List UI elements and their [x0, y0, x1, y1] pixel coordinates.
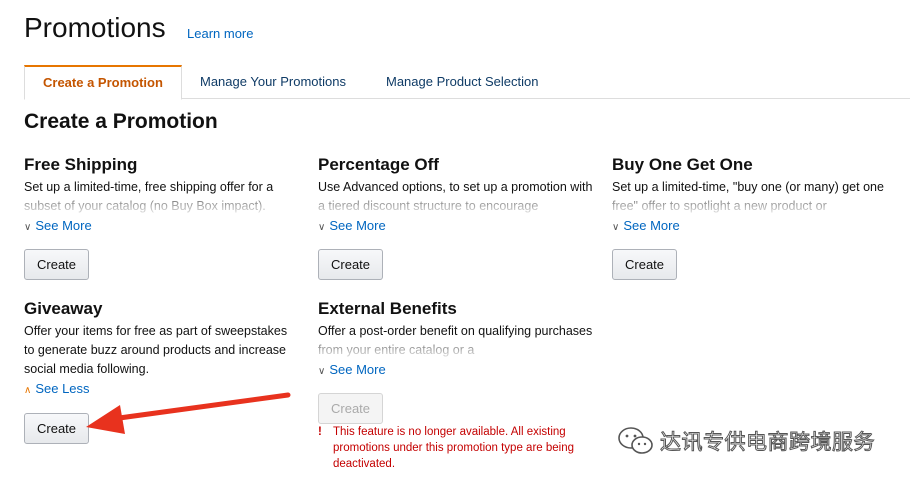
card-title: Free Shipping: [24, 155, 138, 174]
tab-create-promotion[interactable]: Create a Promotion: [24, 65, 182, 100]
card-title: Percentage Off: [318, 155, 439, 174]
card-description: Offer a post-order benefit on qualifying…: [318, 322, 593, 360]
chevron-down-icon: ∨: [318, 366, 326, 377]
toggle-label: See More: [329, 362, 386, 377]
see-more-toggle[interactable]: ∨ See More: [318, 361, 593, 380]
tab-manage-promotions[interactable]: Manage Your Promotions: [182, 65, 364, 99]
create-buy-one-get-one-button[interactable]: Create: [612, 249, 678, 280]
see-less-toggle[interactable]: ∧ See Less: [24, 380, 299, 399]
deprecation-warning: ! This feature is no longer available. A…: [318, 424, 588, 472]
create-free-shipping-button[interactable]: Create: [24, 249, 90, 280]
card-description: Set up a limited-time, free shipping off…: [24, 178, 299, 216]
chevron-down-icon: ∨: [24, 222, 32, 233]
toggle-label: See More: [329, 218, 386, 233]
watermark: 达讯专供电商跨境服务: [616, 424, 875, 458]
warning-icon: !: [318, 426, 322, 438]
create-giveaway-button[interactable]: Create: [24, 413, 90, 444]
watermark-text: 达讯专供电商跨境服务: [660, 430, 876, 455]
see-more-toggle[interactable]: ∨ See More: [612, 217, 887, 236]
card-external-benefits: External Benefits Offer a post-order ben…: [318, 299, 593, 380]
chevron-up-icon: ∧: [24, 385, 32, 396]
wechat-logo-icon: [618, 427, 653, 454]
chevron-down-icon: ∨: [612, 222, 620, 233]
card-title: External Benefits: [318, 299, 457, 318]
card-percentage-off: Percentage Off Use Advanced options, to …: [318, 155, 593, 236]
card-free-shipping: Free Shipping Set up a limited-time, fre…: [24, 155, 299, 236]
warning-text: This feature is no longer available. All…: [333, 426, 575, 470]
card-title: Giveaway: [24, 299, 103, 318]
toggle-label: See More: [35, 218, 92, 233]
toggle-label: See Less: [35, 381, 90, 396]
create-external-benefits-button: Create: [318, 393, 384, 424]
learn-more-link[interactable]: Learn more: [187, 26, 253, 41]
chevron-down-icon: ∨: [318, 222, 326, 233]
see-more-toggle[interactable]: ∨ See More: [24, 217, 299, 236]
section-title: Create a Promotion: [24, 110, 218, 133]
card-title: Buy One Get One: [612, 155, 753, 174]
card-description: Use Advanced options, to set up a promot…: [318, 178, 593, 216]
toggle-label: See More: [623, 218, 680, 233]
card-description: Offer your items for free as part of swe…: [24, 324, 288, 376]
tab-bar: Create a Promotion Manage Your Promotion…: [24, 65, 910, 100]
card-giveaway: Giveaway Offer your items for free as pa…: [24, 299, 299, 399]
card-buy-one-get-one: Buy One Get One Set up a limited-time, "…: [612, 155, 887, 236]
see-more-toggle[interactable]: ∨ See More: [318, 217, 593, 236]
page-title: Promotions: [24, 12, 166, 43]
create-percentage-off-button[interactable]: Create: [318, 249, 384, 280]
card-description: Set up a limited-time, "buy one (or many…: [612, 178, 887, 216]
tab-manage-product-selection[interactable]: Manage Product Selection: [368, 65, 556, 99]
